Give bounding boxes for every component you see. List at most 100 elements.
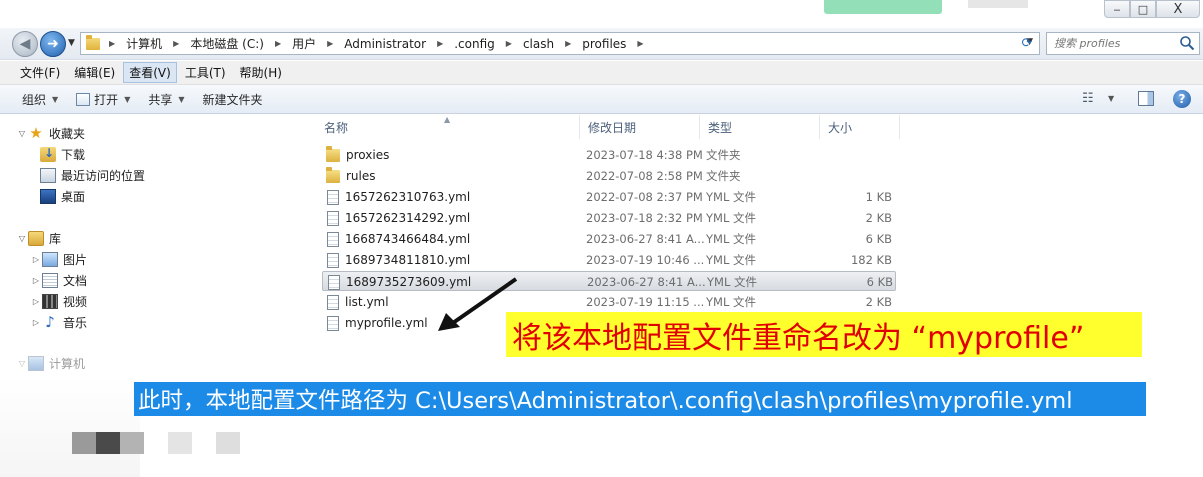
- breadcrumb-separator-icon[interactable]: ▶: [497, 39, 521, 48]
- file-modified: 2023-07-18 2:32 PM: [586, 211, 703, 225]
- breadcrumb-computer[interactable]: 计算机: [124, 35, 164, 52]
- file-type: YML 文件: [706, 295, 757, 309]
- nav-videos[interactable]: ▷ 视频: [30, 291, 87, 311]
- minimize-button[interactable]: ‒: [1104, 0, 1130, 18]
- expand-arrow-icon[interactable]: ▽: [16, 234, 28, 243]
- recent-pages-dropdown-icon[interactable]: ▼: [68, 38, 75, 48]
- back-button[interactable]: ◀: [12, 31, 38, 57]
- help-icon[interactable]: ?: [1173, 90, 1191, 108]
- file-row[interactable]: 1668743466484.yml 2023-06-27 8:41 A... YML…: [322, 229, 896, 249]
- file-type: YML 文件: [706, 190, 757, 204]
- file-row[interactable]: 1689734811810.yml 2023-07-19 10:46 ... YML…: [322, 250, 896, 270]
- breadcrumb-administrator[interactable]: Administrator: [342, 37, 428, 51]
- redacted-block: [168, 432, 192, 454]
- view-options-icon[interactable]: ☷: [1082, 91, 1094, 106]
- breadcrumb-separator-icon[interactable]: ▶: [318, 39, 342, 48]
- nav-recent-places[interactable]: 最近访问的位置: [40, 165, 145, 185]
- expand-arrow-icon[interactable]: ▽: [16, 359, 28, 368]
- breadcrumb-users[interactable]: 用户: [290, 35, 318, 52]
- collapse-arrow-icon[interactable]: ▷: [30, 297, 42, 306]
- file-modified: 2023-07-18 4:38 PM: [586, 148, 703, 162]
- breadcrumb-profiles[interactable]: profiles: [580, 37, 628, 51]
- share-button[interactable]: 共享 ▼: [148, 91, 184, 108]
- file-row[interactable]: 1657262314292.yml 2023-07-18 2:32 PM YML 文…: [322, 208, 896, 228]
- file-icon: [327, 231, 339, 247]
- file-row[interactable]: proxies 2023-07-18 4:38 PM 文件夹: [322, 145, 896, 165]
- new-folder-button[interactable]: 新建文件夹: [203, 91, 263, 108]
- redacted-block: [96, 432, 120, 454]
- file-name-cell[interactable]: 1657262314292.yml: [326, 208, 470, 228]
- nav-videos-label: 视频: [63, 294, 88, 309]
- file-name-cell[interactable]: rules: [326, 166, 376, 186]
- menu-help[interactable]: 帮助(H): [234, 62, 288, 83]
- breadcrumb-separator-icon[interactable]: ▶: [556, 39, 580, 48]
- close-button[interactable]: X: [1156, 0, 1200, 18]
- library-icon: [28, 230, 44, 246]
- maximize-button[interactable]: □: [1130, 0, 1156, 18]
- file-type: YML 文件: [706, 211, 757, 225]
- redacted-block: [216, 432, 240, 454]
- file-name-cell[interactable]: proxies: [326, 145, 389, 165]
- file-name-cell[interactable]: list.yml: [326, 292, 389, 312]
- search-icon[interactable]: [1179, 35, 1195, 51]
- nav-downloads[interactable]: 下载: [40, 144, 85, 164]
- nav-libraries[interactable]: ▽ 库: [16, 228, 61, 248]
- breadcrumb-config[interactable]: .config: [452, 37, 497, 51]
- file-name-cell[interactable]: myprofile.yml: [326, 313, 428, 333]
- preview-pane-icon[interactable]: [1138, 91, 1154, 106]
- forward-button[interactable]: ➜: [40, 31, 66, 57]
- sort-arrow-icon: ▲: [444, 115, 451, 124]
- file-row[interactable]: rules 2022-07-08 2:58 PM 文件夹: [322, 166, 896, 186]
- path-callout: 此时，本地配置文件路径为 C:\Users\Administrator\.con…: [134, 382, 1146, 416]
- file-row[interactable]: 1689735273609.yml 2023-06-27 8:41 A... YML…: [322, 271, 896, 291]
- nav-libraries-label: 库: [49, 231, 62, 246]
- breadcrumb-separator-icon[interactable]: ▶: [266, 39, 290, 48]
- breadcrumb-separator-icon[interactable]: ▶: [428, 39, 452, 48]
- file-row[interactable]: list.yml 2023-07-19 11:15 ... YML 文件 2 KB: [322, 292, 896, 312]
- file-size: [822, 145, 892, 165]
- collapse-arrow-icon[interactable]: ▷: [30, 255, 42, 264]
- nav-music-label: 音乐: [63, 315, 88, 330]
- nav-computer[interactable]: ▽ 计算机: [16, 353, 85, 373]
- breadcrumb-clash[interactable]: clash: [521, 37, 556, 51]
- nav-downloads-label: 下载: [61, 147, 86, 162]
- column-header-modified[interactable]: 修改日期: [580, 115, 700, 139]
- organize-button[interactable]: 组织 ▼: [22, 91, 58, 108]
- nav-desktop-label: 桌面: [61, 189, 86, 204]
- nav-favorites[interactable]: ▽ ★ 收藏夹: [16, 123, 85, 143]
- collapse-arrow-icon[interactable]: ▷: [30, 318, 42, 327]
- nav-desktop[interactable]: 桌面: [40, 186, 85, 206]
- breadcrumb-separator-icon[interactable]: ▶: [628, 39, 652, 48]
- menu-tools[interactable]: 工具(T): [179, 62, 232, 83]
- file-name-cell[interactable]: 1689734811810.yml: [326, 250, 470, 270]
- menu-file[interactable]: 文件(F): [14, 62, 66, 83]
- open-button[interactable]: 打开 ▼: [76, 91, 130, 108]
- search-box[interactable]: [1046, 32, 1200, 55]
- file-row[interactable]: 1657262310763.yml 2022-07-08 2:37 PM YML 文…: [322, 187, 896, 207]
- nav-pictures[interactable]: ▷ 图片: [30, 249, 87, 269]
- file-size: 6 KB: [865, 232, 892, 246]
- column-header-type[interactable]: 类型: [700, 115, 820, 139]
- nav-music[interactable]: ▷ ♪ 音乐: [30, 312, 87, 332]
- nav-documents[interactable]: ▷ 文档: [30, 270, 87, 290]
- breadcrumb-local-disk[interactable]: 本地磁盘 (C:): [188, 35, 266, 52]
- file-name: 1657262314292.yml: [345, 211, 471, 225]
- breadcrumb-separator-icon[interactable]: ▶: [100, 39, 124, 48]
- navigation-pane: ▽ ★ 收藏夹 下载 最近访问的位置 桌面 ▽ 库 ▷ 图片 ▷ 文档 ▷ 视频…: [0, 115, 316, 477]
- file-name: list.yml: [345, 295, 389, 309]
- menu-edit[interactable]: 编辑(E): [68, 62, 121, 83]
- file-name: myprofile.yml: [345, 316, 428, 330]
- search-input[interactable]: [1054, 37, 1179, 50]
- breadcrumb-separator-icon[interactable]: ▶: [164, 39, 188, 48]
- expand-arrow-icon[interactable]: ▽: [16, 129, 28, 138]
- refresh-icon[interactable]: ⟳: [1016, 34, 1038, 53]
- column-header-size[interactable]: 大小: [820, 115, 900, 139]
- file-name-cell[interactable]: 1668743466484.yml: [326, 229, 470, 249]
- chevron-down-icon[interactable]: ▼: [1108, 94, 1114, 103]
- file-name-cell[interactable]: 1657262310763.yml: [326, 187, 470, 207]
- chevron-down-icon: ▼: [124, 94, 131, 104]
- documents-icon: [42, 272, 58, 288]
- address-bar[interactable]: ▶ 计算机 ▶ 本地磁盘 (C:) ▶ 用户 ▶ Administrator ▶…: [80, 32, 1040, 55]
- collapse-arrow-icon[interactable]: ▷: [30, 276, 42, 285]
- menu-view[interactable]: 查看(V): [123, 62, 177, 83]
